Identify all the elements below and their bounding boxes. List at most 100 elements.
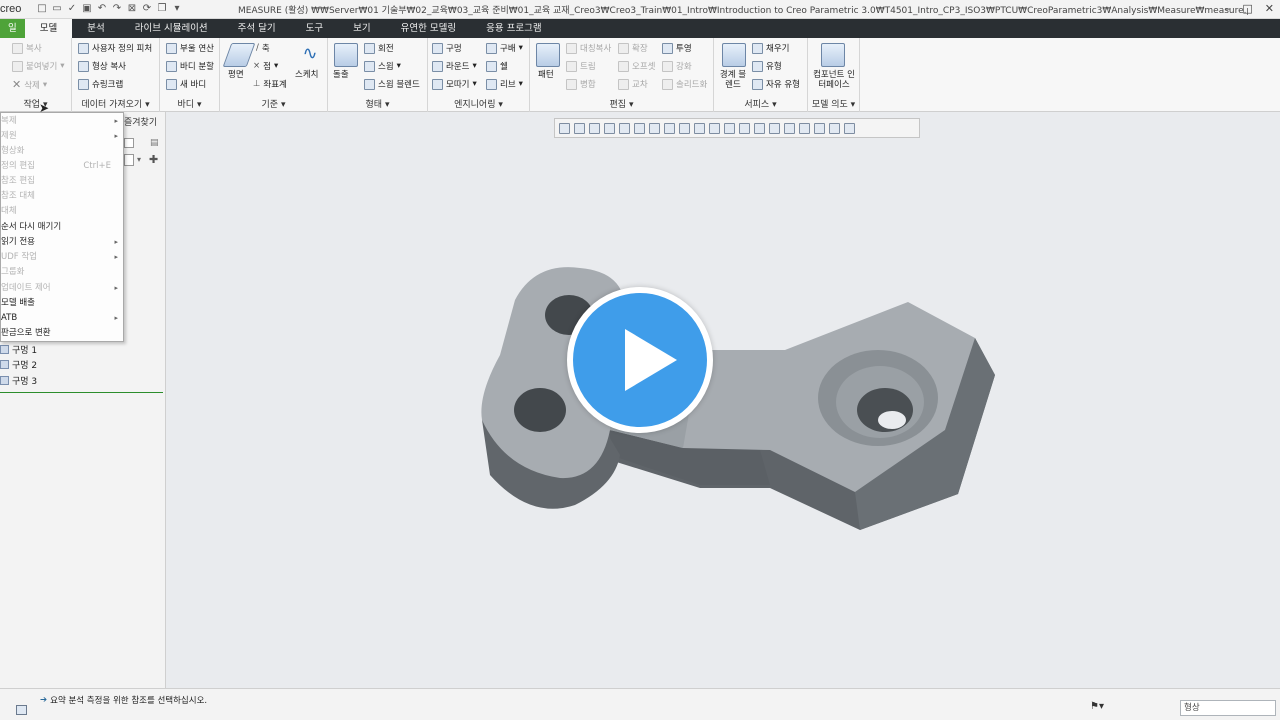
redo-icon[interactable]: ↷ — [111, 3, 123, 15]
coordinate-system-button[interactable]: ⊥ 좌표계 — [253, 78, 287, 90]
tree-item-hole-1[interactable]: 구멍 1 — [0, 343, 37, 356]
tab-analysis[interactable]: 분석 — [72, 19, 119, 38]
revolve-button[interactable]: 회전 — [364, 42, 394, 54]
regenerate-icon[interactable]: ⟳ — [141, 3, 153, 15]
delete-button[interactable]: ✕ 삭제 ▾ — [12, 78, 47, 91]
user-defined-feature-button[interactable]: 사용자 정의 피처 — [78, 42, 152, 54]
minimize-icon[interactable]: – — [1225, 2, 1231, 15]
maximize-icon[interactable]: □ — [1242, 2, 1252, 15]
freestyle-button[interactable]: 자유 유형 — [752, 78, 800, 90]
menu-item-spec[interactable]: 제원 ▸ — [1, 129, 123, 144]
offset-button[interactable]: 오프셋 — [618, 60, 655, 72]
surfaces-dropdown[interactable]: 서피스 ▾ — [714, 97, 807, 110]
mirror-button[interactable]: 대칭복사 — [566, 42, 611, 54]
undo-icon[interactable]: ↶ — [96, 3, 108, 15]
tab-tools[interactable]: 도구 — [291, 19, 338, 38]
menu-item-group[interactable]: 그룹화 — [1, 265, 123, 280]
datum-dropdown[interactable]: 기준 ▾ — [220, 97, 327, 110]
tab-applications[interactable]: 응용 프로그램 — [471, 19, 556, 38]
chamfer-button[interactable]: 모따기 ▾ — [432, 78, 477, 90]
tab-model[interactable]: 모델 — [24, 19, 73, 38]
editing-dropdown[interactable]: 편집 ▾ — [530, 97, 713, 110]
component-interface-button[interactable]: 컴포넌트 인터페이스 — [810, 70, 858, 90]
point-button[interactable]: × 점 ▾ — [253, 60, 278, 72]
tree-filter-arrow-icon[interactable]: ▾ — [137, 155, 141, 164]
close-window-icon[interactable]: ⊠ — [126, 3, 138, 15]
navigator-toggle-icon[interactable] — [16, 705, 27, 715]
menu-item-replace-references[interactable]: 참조 대체 — [1, 189, 123, 204]
pattern-button[interactable]: 패턴 — [538, 70, 554, 80]
windows-icon[interactable]: ❐ — [156, 3, 168, 15]
tree-item-hole-3[interactable]: 구멍 3 — [0, 374, 37, 387]
tree-search-field[interactable] — [124, 154, 134, 166]
menu-item-convert-sheetmetal[interactable]: 판금으로 변환 — [1, 326, 123, 341]
body-dropdown[interactable]: 바디 ▾ — [160, 97, 219, 110]
tree-settings-control[interactable] — [124, 138, 134, 148]
menu-item-atb[interactable]: ATB ▸ — [1, 311, 123, 326]
menu-item-read-only[interactable]: 읽기 전용 ▸ — [1, 235, 123, 250]
sketch-button[interactable]: 스케치 — [295, 70, 318, 80]
dropdown-arrow-icon[interactable]: ▾ — [171, 3, 183, 15]
copy-button[interactable]: 복사 — [12, 42, 42, 54]
model-intent-dropdown[interactable]: 모델 의도 ▾ — [808, 97, 859, 110]
boundary-blend-button[interactable]: 경계 블렌드 — [718, 70, 748, 90]
split-body-button[interactable]: 바디 분할 — [166, 60, 214, 72]
pattern-icon[interactable] — [536, 43, 560, 67]
extend-button[interactable]: 확장 — [618, 42, 648, 54]
tab-view[interactable]: 보기 — [338, 19, 385, 38]
swept-blend-button[interactable]: 스윕 블렌드 — [364, 78, 420, 90]
copy-geometry-button[interactable]: 형상 복사 — [78, 60, 126, 72]
tab-file[interactable]: 일 — [0, 19, 25, 38]
boundary-blend-icon[interactable] — [722, 43, 746, 67]
check-icon[interactable]: ✓ — [66, 3, 78, 15]
tab-live-simulation[interactable]: 라이브 시뮬레이션 — [120, 19, 223, 38]
graphics-viewport[interactable] — [167, 112, 1280, 688]
style-button[interactable]: 유형 — [752, 60, 782, 72]
menu-item-model-export[interactable]: 모델 배출 — [1, 296, 123, 311]
plane-icon[interactable] — [222, 43, 256, 67]
draft-button[interactable]: 구배 ▾ — [486, 42, 523, 54]
get-data-dropdown[interactable]: 데이터 가져오기 ▾ — [72, 97, 159, 110]
hole-button[interactable]: 구멍 — [432, 42, 462, 54]
sketch-icon[interactable]: ∿ — [298, 43, 322, 67]
favorites-tab[interactable]: 즐겨찾기 — [124, 115, 157, 128]
shapes-dropdown[interactable]: 형태 ▾ — [328, 97, 427, 110]
menu-item-udf[interactable]: UDF 작업 ▸ — [1, 250, 123, 265]
menu-item-visualize[interactable]: 형상화 — [1, 144, 123, 159]
tab-annotate[interactable]: 주석 달기 — [223, 19, 291, 38]
operations-dropdown[interactable]: 작업 ▾ — [0, 97, 71, 110]
round-button[interactable]: 라운드 ▾ — [432, 60, 477, 72]
menu-item-update-control[interactable]: 업데이트 제어 ▸ — [1, 281, 123, 296]
extrude-icon[interactable] — [334, 43, 358, 67]
sweep-button[interactable]: 스윕 ▾ — [364, 60, 401, 72]
shrinkwrap-button[interactable]: 슈링크랩 — [78, 78, 123, 90]
menu-item-replace[interactable]: 대체 — [1, 204, 123, 219]
intersect-button[interactable]: 교차 — [618, 78, 648, 90]
selection-filter-dropdown[interactable]: 형상 — [1180, 700, 1276, 716]
smart-selection-icon[interactable]: ⚑▾ — [1090, 701, 1104, 712]
merge-button[interactable]: 병합 — [566, 78, 596, 90]
new-file-icon[interactable]: □ — [36, 3, 48, 15]
close-icon[interactable]: ✕ — [1265, 2, 1274, 15]
solidify-button[interactable]: 솔리드화 — [662, 78, 707, 90]
component-interface-icon[interactable] — [821, 43, 845, 67]
plane-button[interactable]: 평면 — [228, 70, 244, 80]
axis-button[interactable]: / 축 — [256, 42, 270, 54]
save-icon[interactable]: ▣ — [81, 3, 93, 15]
tab-flexible-modeling[interactable]: 유연한 모델링 — [386, 19, 471, 38]
paste-button[interactable]: 붙여넣기 ▾ — [12, 60, 65, 72]
engineering-dropdown[interactable]: 엔지니어링 ▾ — [428, 97, 529, 110]
open-folder-icon[interactable]: ▭ — [51, 3, 63, 15]
extrude-button[interactable]: 돌출 — [333, 70, 349, 80]
shell-button[interactable]: 쉘 — [486, 60, 508, 72]
tree-item-hole-2[interactable]: 구멍 2 — [0, 358, 37, 371]
menu-item-replicate[interactable]: 복제 ▸ — [1, 114, 123, 129]
trim-button[interactable]: 트림 — [566, 60, 596, 72]
fill-button[interactable]: 채우기 — [752, 42, 789, 54]
new-body-button[interactable]: 새 바디 — [166, 78, 206, 90]
menu-item-edit-references[interactable]: 참조 편집 — [1, 174, 123, 189]
video-play-button[interactable] — [567, 287, 713, 433]
project-button[interactable]: 투영 — [662, 42, 692, 54]
menu-item-edit-definition[interactable]: 정의 편집 Ctrl+E — [1, 159, 123, 174]
rib-button[interactable]: 리브 ▾ — [486, 78, 523, 90]
